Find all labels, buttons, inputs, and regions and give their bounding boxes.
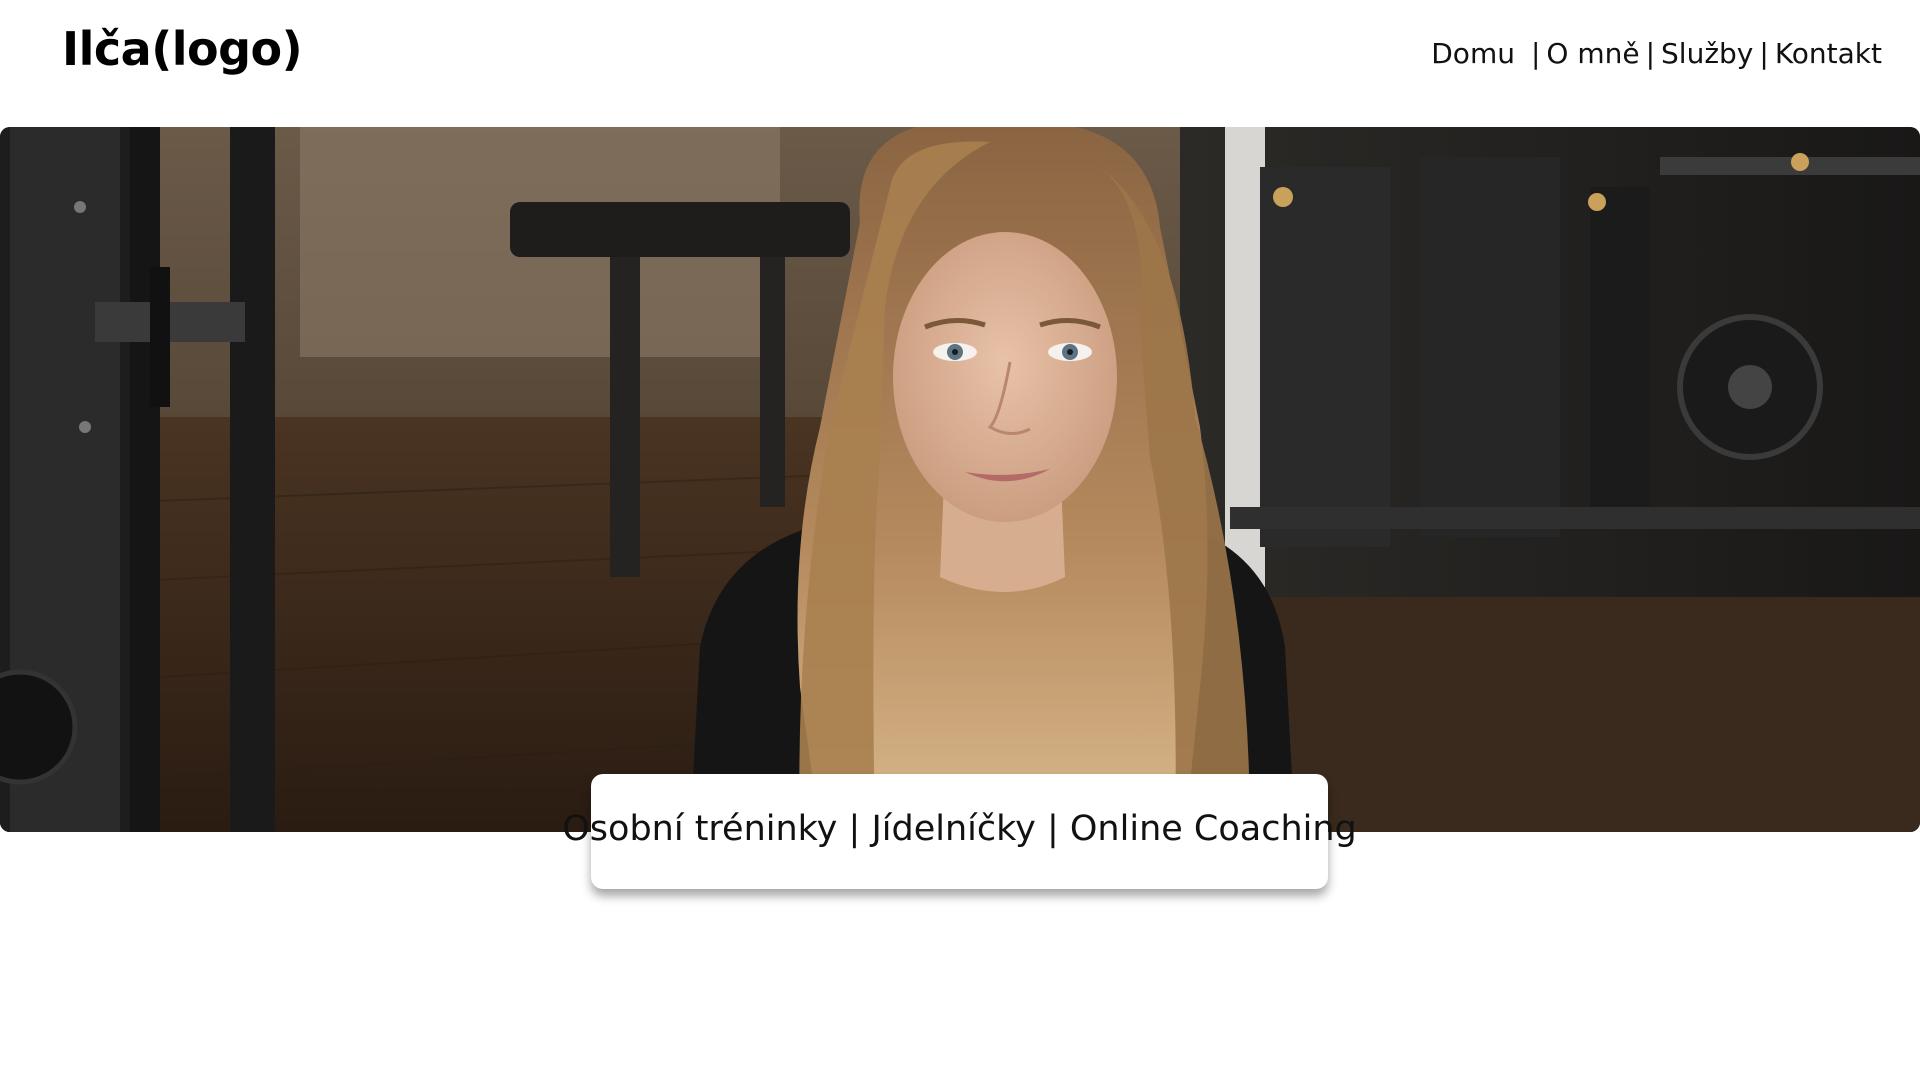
nav-item-kontakt[interactable]: Kontakt	[1775, 30, 1882, 78]
main-nav: Domu | O mně | Služby | Kontakt	[1431, 30, 1882, 78]
hero-photo-illustration	[0, 127, 1920, 832]
page: Ilča(logo) Domu | O mně | Služby | Konta…	[0, 0, 1920, 1080]
nav-item-domu[interactable]: Domu	[1431, 30, 1515, 78]
nav-separator: |	[1645, 37, 1656, 70]
site-logo[interactable]: Ilča(logo)	[62, 18, 303, 80]
tagline-card: Osobní tréninky | Jídelníčky | Online Co…	[562, 774, 1357, 889]
hero-image	[0, 127, 1920, 832]
nav-separator: |	[1530, 37, 1541, 70]
nav-separator: |	[1759, 37, 1769, 70]
tagline-text: Osobní tréninky | Jídelníčky | Online Co…	[562, 808, 1357, 849]
nav-item-sluzby[interactable]: Služby	[1661, 30, 1753, 78]
nav-item-o-mne[interactable]: O mně	[1546, 30, 1639, 78]
